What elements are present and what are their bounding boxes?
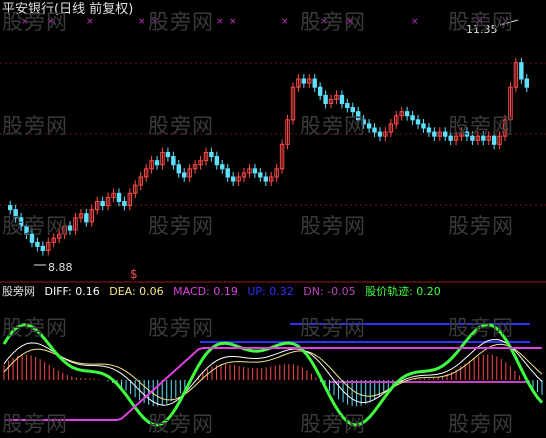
signal-marker: × bbox=[138, 17, 146, 27]
signal-marker: × bbox=[86, 17, 94, 27]
watermark: 股旁网 bbox=[2, 214, 68, 238]
candle-body bbox=[225, 168, 230, 178]
watermark: 股旁网 bbox=[300, 214, 366, 238]
candle-body bbox=[182, 172, 187, 178]
candle-body bbox=[519, 62, 524, 80]
candle-body bbox=[404, 111, 410, 117]
candle-body bbox=[443, 131, 448, 137]
candle-body bbox=[312, 78, 317, 88]
candle-body bbox=[426, 127, 432, 133]
candle-body bbox=[122, 201, 127, 207]
candle-body bbox=[263, 176, 268, 182]
candle-body bbox=[258, 172, 263, 178]
legend-name: 股旁网 bbox=[2, 285, 35, 298]
indicator-legend: 股旁网 DIFF: 0.16 DEA: 0.06 MACD: 0.19 UP: … bbox=[2, 286, 447, 297]
low-price-label: 8.88 bbox=[48, 261, 73, 274]
watermark: 股旁网 bbox=[448, 214, 514, 238]
watermark: 股旁网 bbox=[300, 10, 366, 34]
candle-body bbox=[415, 119, 421, 125]
candle-body bbox=[209, 152, 214, 158]
candle-body bbox=[432, 131, 437, 137]
legend-macd: MACD: 0.19 bbox=[173, 285, 238, 298]
candle-body bbox=[421, 123, 426, 129]
candle-body bbox=[171, 156, 176, 166]
candle-body bbox=[176, 164, 181, 174]
watermark: 股旁网 bbox=[2, 316, 68, 340]
candle-body bbox=[214, 156, 220, 166]
candle-body bbox=[116, 192, 122, 202]
watermark: 股旁网 bbox=[448, 412, 514, 436]
watermark: 股旁网 bbox=[148, 114, 214, 138]
candle-body bbox=[372, 127, 377, 133]
watermark: 股旁网 bbox=[448, 10, 514, 34]
candle-body bbox=[230, 176, 236, 182]
legend-diff: DIFF: 0.16 bbox=[44, 285, 100, 298]
candle-body bbox=[366, 123, 372, 129]
candle-body bbox=[165, 152, 171, 158]
candle-body bbox=[339, 94, 345, 105]
candle-body bbox=[40, 245, 46, 252]
candle-body bbox=[67, 225, 73, 231]
candle-body bbox=[524, 78, 529, 88]
watermark: 股旁网 bbox=[300, 412, 366, 436]
watermark: 股旁网 bbox=[2, 412, 68, 436]
watermark: 股旁网 bbox=[448, 316, 514, 340]
signal-marker: × bbox=[216, 17, 224, 27]
candle-body bbox=[220, 164, 225, 170]
candle-body bbox=[345, 103, 350, 109]
legend-up: UP: 0.32 bbox=[247, 285, 294, 298]
watermark: 股旁网 bbox=[300, 114, 366, 138]
signal-marker: $ bbox=[130, 267, 138, 281]
candle-body bbox=[100, 201, 105, 207]
candle-body bbox=[154, 160, 160, 166]
candle-body bbox=[252, 168, 258, 174]
candle-body bbox=[377, 131, 383, 137]
watermark: 股旁网 bbox=[300, 316, 366, 340]
candle-body bbox=[323, 94, 328, 105]
legend-track: 股价轨迹: 0.20 bbox=[365, 285, 441, 298]
watermark: 股旁网 bbox=[148, 316, 214, 340]
watermark: 股旁网 bbox=[148, 10, 214, 34]
legend-dea: DEA: 0.06 bbox=[109, 285, 164, 298]
legend-dn: DN: -0.05 bbox=[303, 285, 356, 298]
candle-body bbox=[410, 115, 415, 121]
watermark: 股旁网 bbox=[2, 10, 68, 34]
watermark: 股旁网 bbox=[2, 114, 68, 138]
candle-body bbox=[301, 78, 307, 84]
candle-body bbox=[317, 86, 323, 96]
candle-body bbox=[84, 213, 89, 223]
signal-marker: × bbox=[281, 17, 289, 27]
signal-marker: × bbox=[229, 17, 237, 27]
signal-marker: × bbox=[411, 17, 419, 27]
watermark: 股旁网 bbox=[148, 412, 214, 436]
watermark: 股旁网 bbox=[448, 114, 514, 138]
candle-body bbox=[35, 241, 40, 247]
watermark: 股旁网 bbox=[148, 214, 214, 238]
